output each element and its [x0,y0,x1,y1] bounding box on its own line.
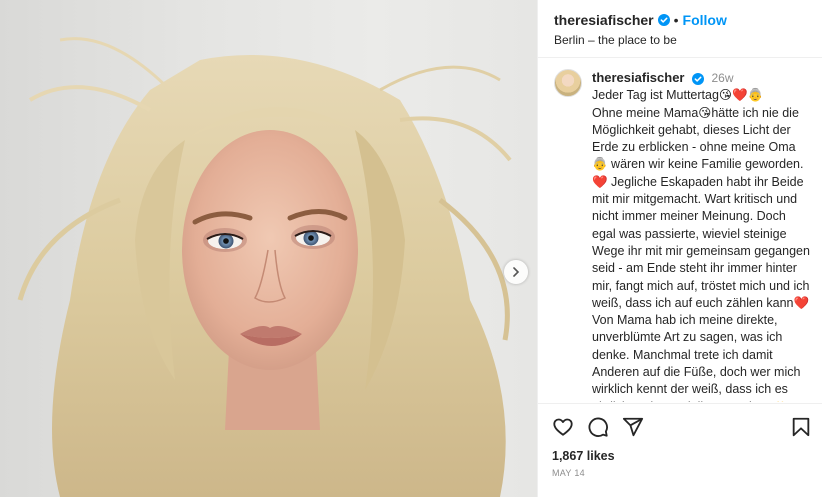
post-media[interactable] [0,0,537,497]
instagram-post: theresiafischer • Follow Berlin – the pl… [0,0,822,497]
follow-button[interactable]: Follow [683,12,727,28]
comment-icon[interactable] [587,416,609,438]
caption-text: Jeder Tag ist Muttertag😘❤️👵 Ohne meine M… [592,88,810,402]
post-side-panel: theresiafischer • Follow Berlin – the pl… [537,0,822,497]
header-separator: • [673,12,679,28]
post-header: theresiafischer • Follow Berlin – the pl… [538,0,822,58]
verified-badge-icon [691,72,704,85]
caption-timestamp[interactable]: 26w [711,71,733,85]
chevron-right-icon [513,267,520,277]
caption-body: theresiafischer 26w Jeder Tag ist Mutter… [592,69,812,402]
verified-badge-icon [657,14,670,26]
portrait-photo [17,37,512,497]
location-link[interactable]: Berlin – the place to be [554,33,822,47]
header-username[interactable]: theresiafischer [554,12,654,28]
heart-icon[interactable] [552,416,574,438]
next-photo-button[interactable] [504,260,528,284]
post-actions: 1,867 likes MAY 14 [538,403,822,478]
post-date[interactable]: MAY 14 [552,468,812,478]
avatar[interactable] [554,69,582,97]
paper-plane-icon[interactable] [622,416,644,438]
likes-count[interactable]: 1,867 likes [552,449,812,463]
caption-username[interactable]: theresiafischer [592,70,685,85]
bookmark-icon[interactable] [790,416,812,438]
comments-section[interactable]: theresiafischer 26w Jeder Tag ist Mutter… [538,59,822,402]
caption-row: theresiafischer 26w Jeder Tag ist Mutter… [554,69,812,402]
